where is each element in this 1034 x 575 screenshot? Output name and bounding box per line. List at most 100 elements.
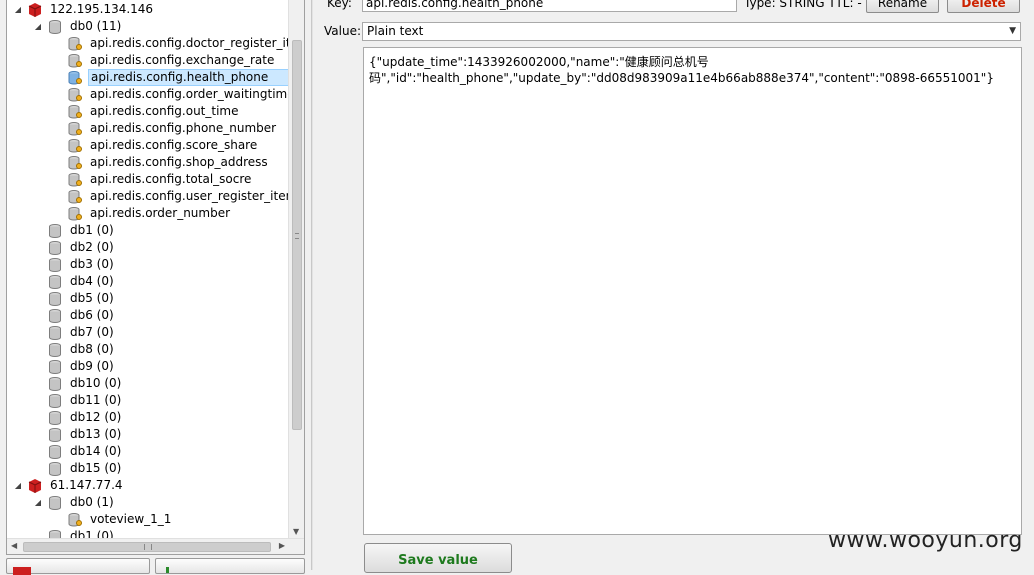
db-label: db1 (0): [70, 223, 114, 237]
key-input[interactable]: api.redis.config.health_phone: [362, 0, 737, 12]
collapse-arrow-icon[interactable]: ◢: [13, 477, 23, 494]
tree-db-row[interactable]: ◢ db0 (11): [33, 18, 123, 35]
db-label: db0 (1): [70, 495, 114, 509]
key-label: voteview_1_1: [90, 512, 172, 526]
database-icon: [49, 308, 61, 323]
tree-key-row[interactable]: api.redis.config.shop_address: [67, 154, 270, 171]
panel-splitter[interactable]: [311, 0, 313, 570]
tree-db-row[interactable]: db7 (0): [47, 324, 116, 341]
import-button[interactable]: [155, 558, 305, 574]
tree-key-row[interactable]: voteview_1_1: [67, 511, 173, 528]
tree-db-row[interactable]: db13 (0): [47, 426, 123, 443]
db-label: db15 (0): [70, 461, 122, 475]
tree-horizontal-scrollbar[interactable]: ◀ ▶: [7, 538, 304, 554]
tree-key-row[interactable]: api.redis.config.order_waitingtime: [67, 86, 289, 103]
tree-key-row[interactable]: api.redis.config.total_socre: [67, 171, 253, 188]
key-label: api.redis.config.phone_number: [90, 121, 277, 135]
database-icon: [49, 359, 61, 374]
value-format-selected: Plain text: [367, 24, 424, 38]
grip-icon: [144, 544, 152, 550]
tree-db-row[interactable]: db2 (0): [47, 239, 116, 256]
database-icon: [49, 393, 61, 408]
tree-key-row[interactable]: api.redis.order_number: [67, 205, 232, 222]
tree-db-row[interactable]: db5 (0): [47, 290, 116, 307]
rename-button[interactable]: Rename: [866, 0, 939, 13]
collapse-arrow-icon[interactable]: ◢: [13, 1, 23, 18]
tree-server-row[interactable]: ◢ 61.147.77.4: [13, 477, 125, 494]
tree-db-row[interactable]: db8 (0): [47, 341, 116, 358]
key-db-icon: [68, 206, 82, 220]
add-connection-button[interactable]: [6, 558, 150, 575]
tree-key-row[interactable]: api.redis.config.score_share: [67, 137, 259, 154]
tree-db-row[interactable]: db15 (0): [47, 460, 123, 477]
delete-button[interactable]: Delete: [947, 0, 1020, 13]
tree-key-row[interactable]: api.redis.config.phone_number: [67, 120, 278, 137]
redis-server-icon: [28, 2, 42, 17]
tree-key-row-selected[interactable]: api.redis.config.health_phone: [67, 69, 289, 86]
tree-db-row[interactable]: ◢ db0 (1): [33, 494, 116, 511]
connection-tree[interactable]: ◢ 122.195.134.146 ◢ db0 (11) api.redis.c…: [6, 0, 305, 555]
db-label: db9 (0): [70, 359, 114, 373]
grip-icon: [295, 233, 299, 239]
key-label: api.redis.config.out_time: [90, 104, 239, 118]
database-icon: [49, 461, 61, 476]
db-label: db7 (0): [70, 325, 114, 339]
key-label: api.redis.config.total_socre: [90, 172, 252, 186]
tree-db-row[interactable]: db11 (0): [47, 392, 123, 409]
database-icon: [49, 257, 61, 272]
scroll-thumb[interactable]: [292, 40, 302, 430]
scroll-right-arrow-icon[interactable]: ▶: [279, 541, 285, 550]
scroll-thumb[interactable]: [23, 542, 271, 552]
key-label: api.redis.order_number: [90, 206, 231, 220]
import-icon: [166, 567, 169, 573]
key-db-icon: [68, 53, 82, 67]
db-label: db6 (0): [70, 308, 114, 322]
value-label: Value:: [324, 24, 361, 38]
collapse-arrow-icon[interactable]: ◢: [33, 18, 43, 35]
database-icon: [49, 529, 61, 538]
collapse-arrow-icon[interactable]: ◢: [33, 494, 43, 511]
db-label: db11 (0): [70, 393, 122, 407]
key-db-icon: [68, 155, 82, 169]
tree-db-row[interactable]: db14 (0): [47, 443, 123, 460]
tree-key-row[interactable]: api.redis.config.doctor_register_item: [67, 35, 289, 52]
database-icon: [49, 427, 61, 442]
tree-key-row[interactable]: api.redis.config.user_register_item: [67, 188, 289, 205]
key-label: api.redis.config.score_share: [90, 138, 258, 152]
watermark-text: www.wooyun.org: [828, 528, 1023, 553]
tree-db-row[interactable]: db1 (0): [47, 222, 116, 239]
tree-db-row[interactable]: db10 (0): [47, 375, 123, 392]
tree-db-row[interactable]: db6 (0): [47, 307, 116, 324]
save-value-button[interactable]: Save value: [364, 543, 512, 573]
server-host-label: 122.195.134.146: [50, 2, 154, 16]
key-db-icon: [68, 138, 82, 152]
key-label: Key:: [327, 0, 352, 10]
tree-vertical-scrollbar[interactable]: ▼: [288, 0, 304, 538]
database-icon: [49, 444, 61, 459]
db-label: db3 (0): [70, 257, 114, 271]
tree-db-row[interactable]: db3 (0): [47, 256, 116, 273]
key-label: api.redis.config.order_waitingtime: [90, 87, 289, 101]
tree-server-row[interactable]: ◢ 122.195.134.146: [13, 1, 155, 18]
chevron-down-icon: ▼: [1009, 26, 1016, 36]
tree-key-row[interactable]: api.redis.config.out_time: [67, 103, 241, 120]
db-label: db12 (0): [70, 410, 122, 424]
database-icon: [49, 291, 61, 306]
scroll-left-arrow-icon[interactable]: ◀: [11, 541, 17, 550]
key-label: api.redis.config.doctor_register_item: [90, 36, 289, 50]
tree-db-row[interactable]: db4 (0): [47, 273, 116, 290]
tree-list: ◢ 122.195.134.146 ◢ db0 (11) api.redis.c…: [7, 0, 289, 538]
tree-db-row[interactable]: db1 (0): [47, 528, 116, 538]
scroll-down-arrow-icon[interactable]: ▼: [293, 527, 299, 536]
database-icon: [49, 342, 61, 357]
database-icon: [49, 19, 61, 34]
tree-key-row[interactable]: api.redis.config.exchange_rate: [67, 52, 276, 69]
db-label: db0 (11): [70, 19, 122, 33]
value-format-select[interactable]: Plain text ▼: [362, 22, 1021, 41]
value-textarea[interactable]: {"update_time":1433926002000,"name":"健康顾…: [363, 47, 1022, 535]
tree-db-row[interactable]: db9 (0): [47, 358, 116, 375]
db-label: db13 (0): [70, 427, 122, 441]
tree-db-row[interactable]: db12 (0): [47, 409, 123, 426]
redis-server-icon: [28, 478, 42, 493]
db-label: db14 (0): [70, 444, 122, 458]
